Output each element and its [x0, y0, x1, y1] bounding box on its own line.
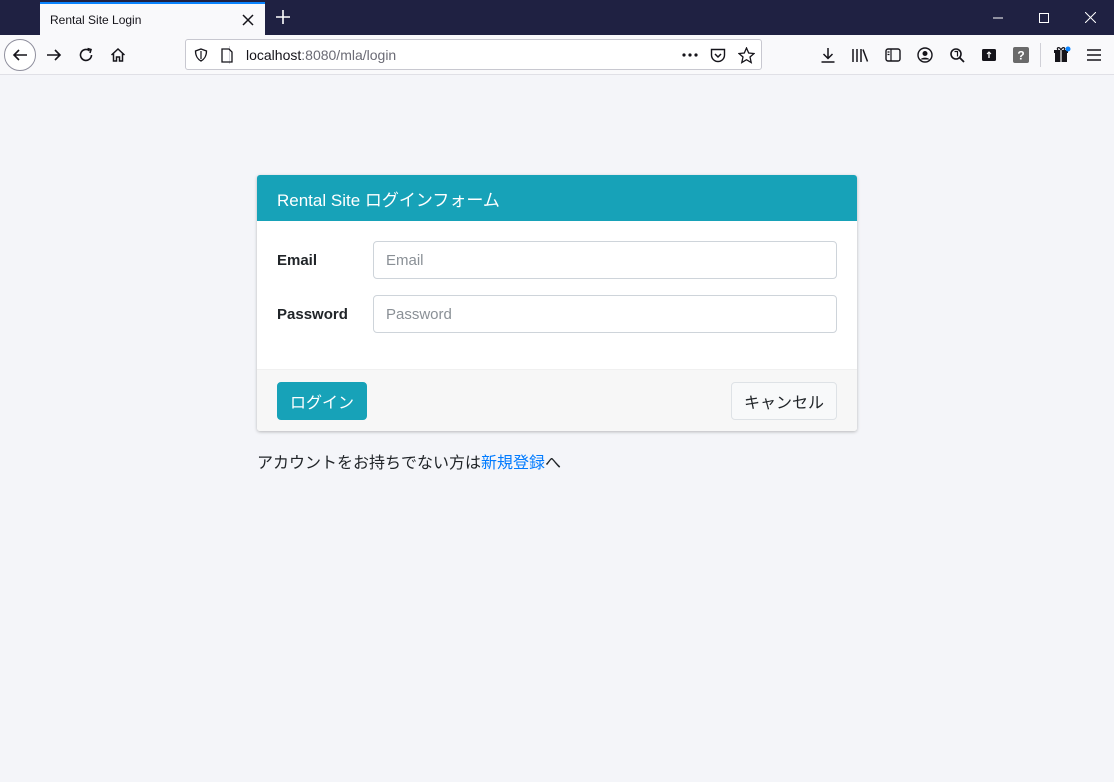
maximize-icon[interactable]: [1021, 0, 1067, 35]
login-card-body: Email Password: [257, 221, 857, 369]
cancel-button[interactable]: キャンセル: [731, 381, 837, 420]
reload-icon[interactable]: [70, 39, 102, 71]
url-path: :8080/mla/login: [301, 47, 397, 63]
account-icon[interactable]: [913, 43, 937, 67]
hamburger-menu-icon[interactable]: [1082, 43, 1106, 67]
svg-text:?: ?: [1017, 49, 1024, 63]
minimize-icon[interactable]: [975, 0, 1021, 35]
signup-link[interactable]: 新規登録: [481, 455, 545, 472]
email-label: Email: [277, 251, 318, 269]
tab-title: Rental Site Login: [50, 12, 142, 27]
password-input[interactable]: [373, 295, 837, 333]
login-card-footer: ログイン キャンセル: [257, 369, 857, 431]
signup-suffix: へ: [545, 455, 562, 472]
tab-rental-site-login[interactable]: Rental Site Login: [40, 2, 265, 35]
download-icon[interactable]: [816, 43, 840, 67]
password-row: Password: [277, 295, 837, 333]
extension-help-icon[interactable]: ?: [1009, 43, 1033, 67]
login-form-title: Rental Site ログインフォーム: [277, 190, 500, 210]
forward-arrow-icon[interactable]: [38, 39, 70, 71]
extension-clipboard-icon[interactable]: [977, 43, 1001, 67]
home-icon[interactable]: [102, 39, 134, 71]
login-card-header: Rental Site ログインフォーム: [257, 175, 857, 221]
signup-prompt: アカウントをお持ちでない方は新規登録へ: [257, 449, 561, 473]
tracking-protection-shield-icon[interactable]: [190, 44, 212, 66]
browser-navbar: localhost:8080/mla/login ?: [0, 35, 1114, 75]
signup-prefix: アカウントをお持ちでない方は: [257, 455, 482, 472]
close-tab-icon[interactable]: [237, 9, 259, 31]
url-bar[interactable]: localhost:8080/mla/login: [185, 39, 762, 70]
bookmark-star-icon[interactable]: [735, 44, 757, 66]
password-label: Password: [277, 305, 348, 323]
back-arrow-icon[interactable]: [4, 39, 36, 71]
login-button[interactable]: ログイン: [277, 381, 367, 420]
browser-titlebar: Rental Site Login: [0, 0, 1114, 35]
library-icon[interactable]: [848, 43, 872, 67]
url-text: localhost:8080/mla/login: [246, 47, 396, 63]
whats-new-gift-icon[interactable]: [1050, 43, 1074, 67]
email-input[interactable]: [373, 241, 837, 279]
email-row: Email: [277, 241, 837, 279]
url-host: localhost: [246, 47, 302, 63]
toolbar-separator: [1040, 43, 1041, 67]
window-close-icon[interactable]: [1067, 0, 1113, 35]
sidebar-icon[interactable]: [881, 43, 905, 67]
pocket-icon[interactable]: [707, 44, 729, 66]
more-actions-icon[interactable]: [679, 44, 701, 66]
page-info-icon[interactable]: [216, 44, 238, 66]
login-card: Rental Site ログインフォーム Email Password ログイン…: [257, 175, 857, 431]
extension-search-icon[interactable]: [945, 43, 969, 67]
new-tab-icon[interactable]: [272, 6, 294, 28]
